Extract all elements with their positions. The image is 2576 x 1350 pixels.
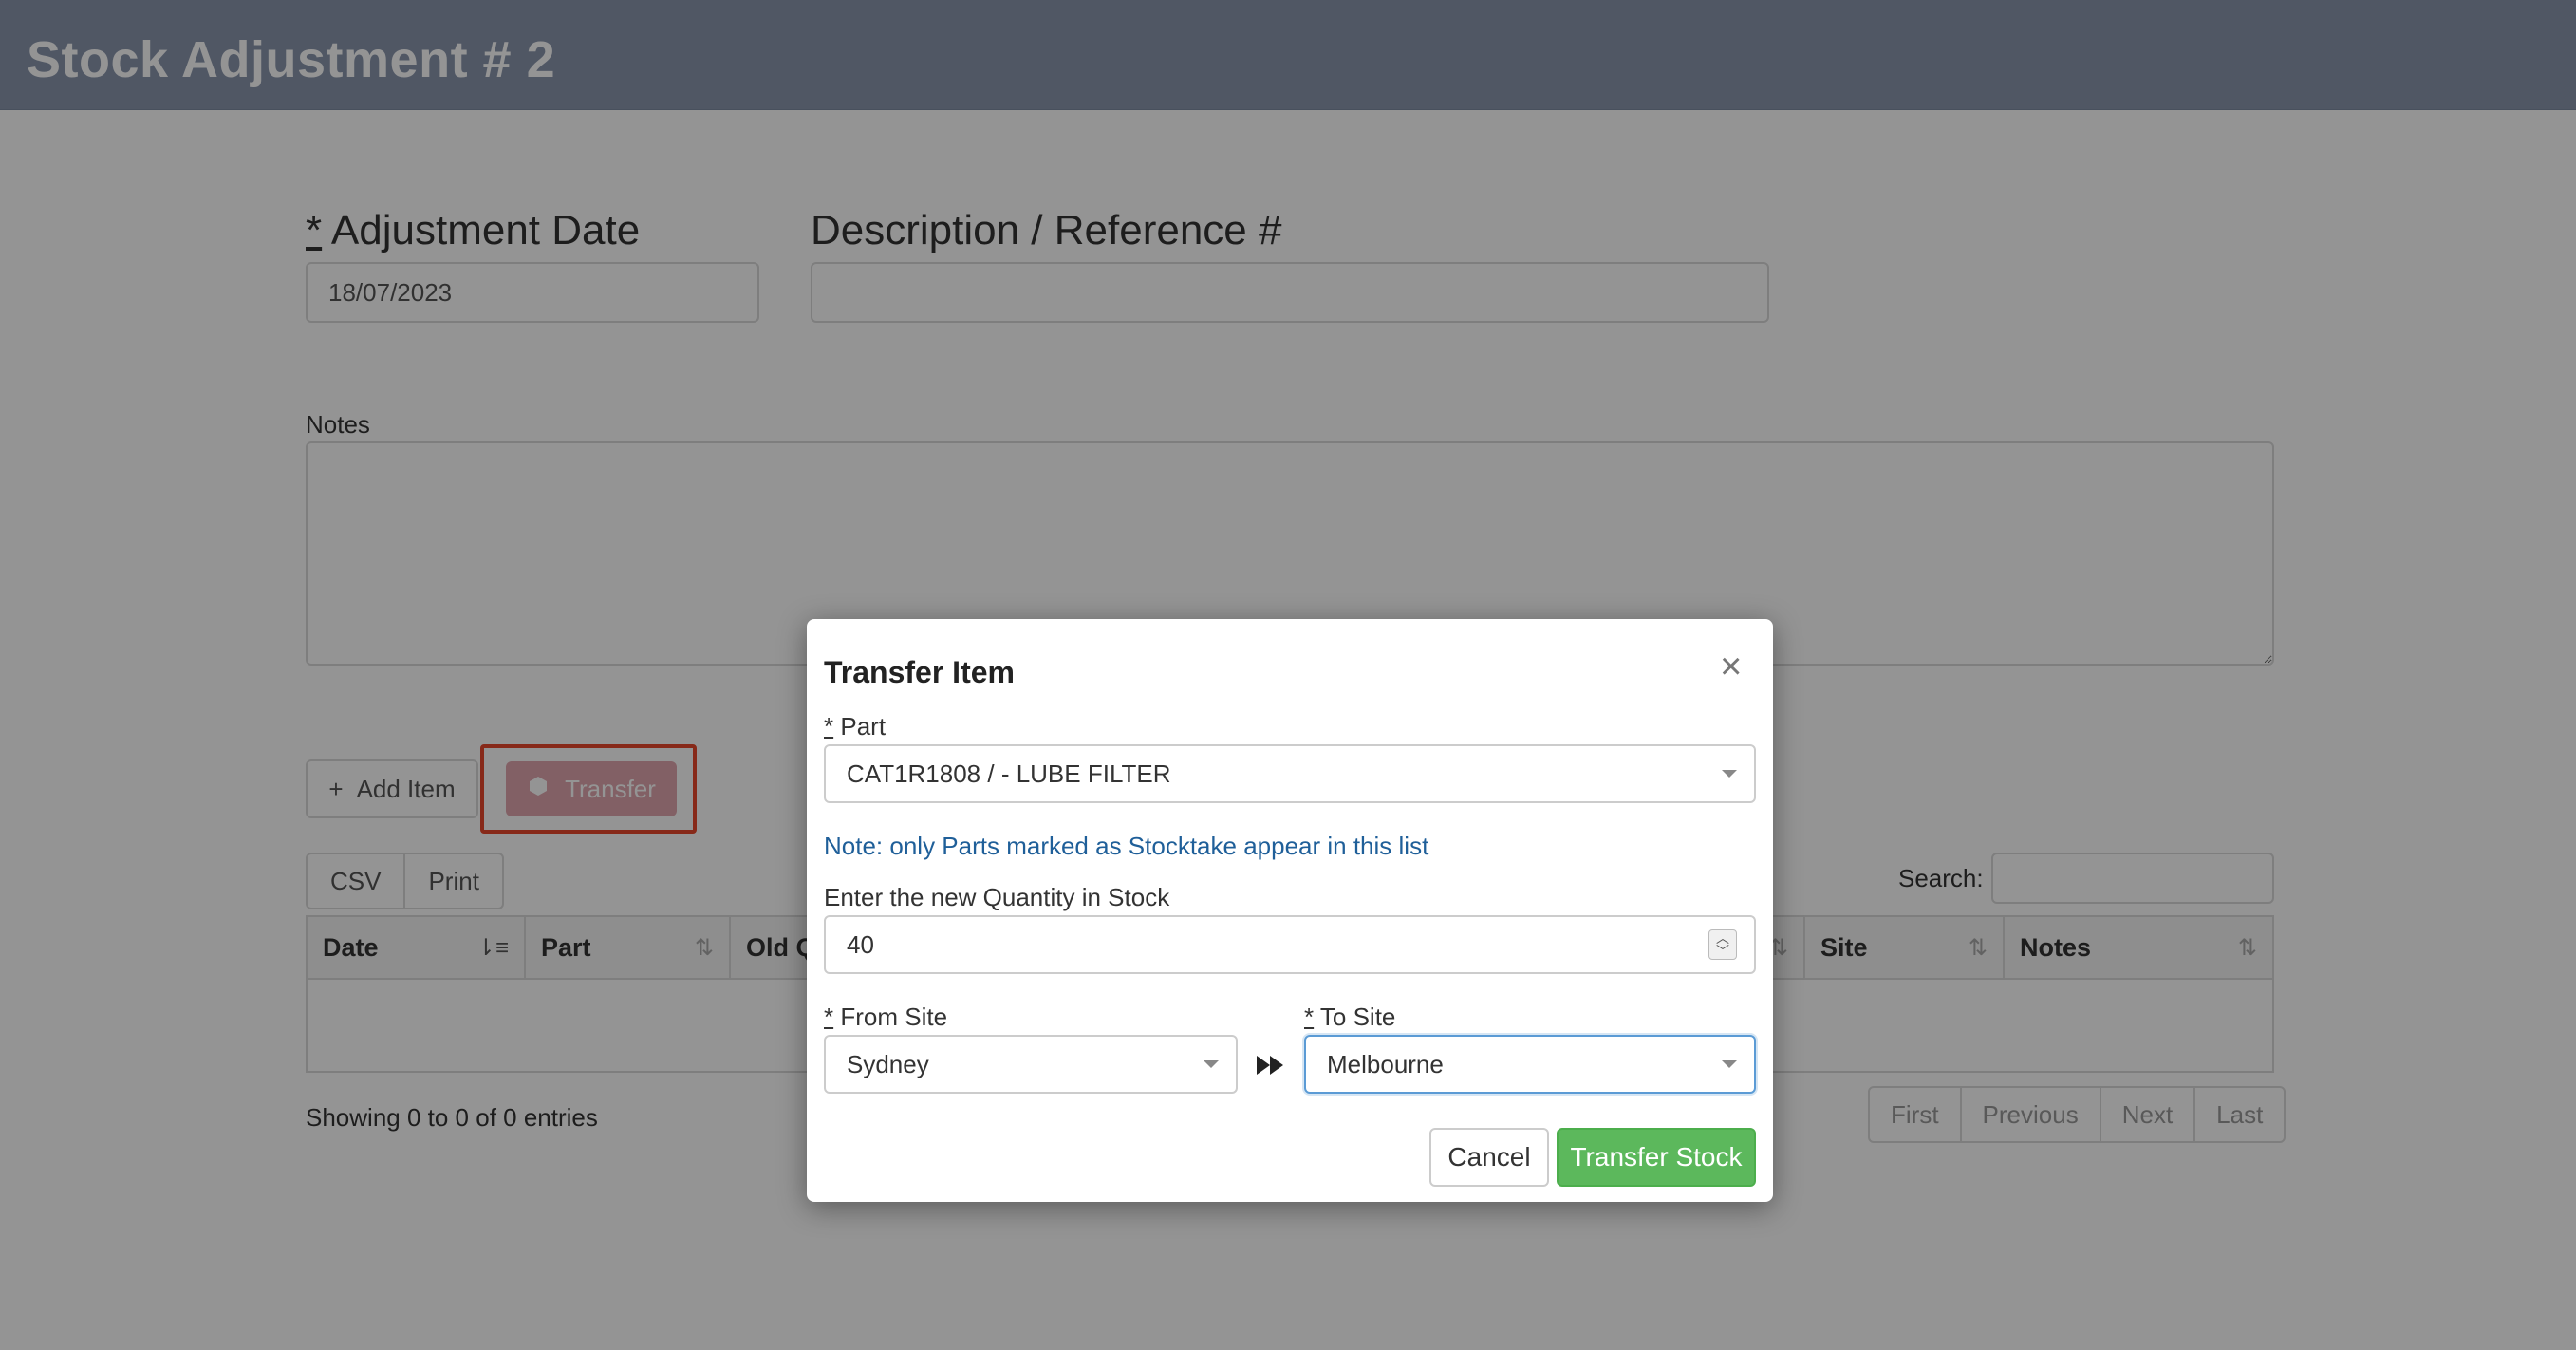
required-mark: *: [824, 712, 834, 741]
to-site-select[interactable]: Melbourne: [1304, 1035, 1756, 1094]
modal-title: Transfer Item: [824, 655, 1015, 689]
to-site-label-text: To Site: [1319, 1003, 1396, 1031]
to-site-value: Melbourne: [1327, 1049, 1444, 1078]
from-site-select[interactable]: Sydney: [824, 1035, 1238, 1094]
caret-down-icon: [1722, 770, 1737, 778]
quantity-value: 40: [847, 929, 874, 959]
from-site-label: * From Site: [824, 1003, 947, 1032]
to-site-label: * To Site: [1304, 1003, 1395, 1032]
from-site-value: Sydney: [847, 1049, 929, 1078]
part-label: * Part: [824, 712, 886, 741]
transfer-item-modal: Transfer Item × * Part CAT1R1808 / - LUB…: [807, 619, 1773, 1202]
part-select[interactable]: CAT1R1808 / - LUBE FILTER: [824, 744, 1756, 803]
cancel-button[interactable]: Cancel: [1429, 1128, 1549, 1187]
from-site-label-text: From Site: [840, 1003, 948, 1031]
required-mark: *: [1304, 1003, 1315, 1031]
required-mark: *: [824, 1003, 834, 1031]
fast-forward-icon: [1257, 1052, 1285, 1084]
chevron-up-icon: ︿: [1716, 930, 1729, 946]
part-label-text: Part: [840, 712, 887, 741]
quantity-label: Enter the new Quantity in Stock: [824, 883, 1170, 911]
quantity-input[interactable]: 40 ︿ ﹀: [824, 915, 1756, 974]
chevron-down-icon: ﹀: [1716, 944, 1729, 959]
stocktake-note: Note: only Parts marked as Stocktake app…: [824, 832, 1429, 860]
close-icon[interactable]: ×: [1720, 647, 1742, 685]
part-select-value: CAT1R1808 / - LUBE FILTER: [847, 759, 1171, 788]
quantity-stepper[interactable]: ︿ ﹀: [1708, 929, 1737, 960]
caret-down-icon: [1204, 1060, 1219, 1068]
transfer-stock-button[interactable]: Transfer Stock: [1557, 1128, 1756, 1187]
caret-down-icon: [1722, 1060, 1737, 1068]
